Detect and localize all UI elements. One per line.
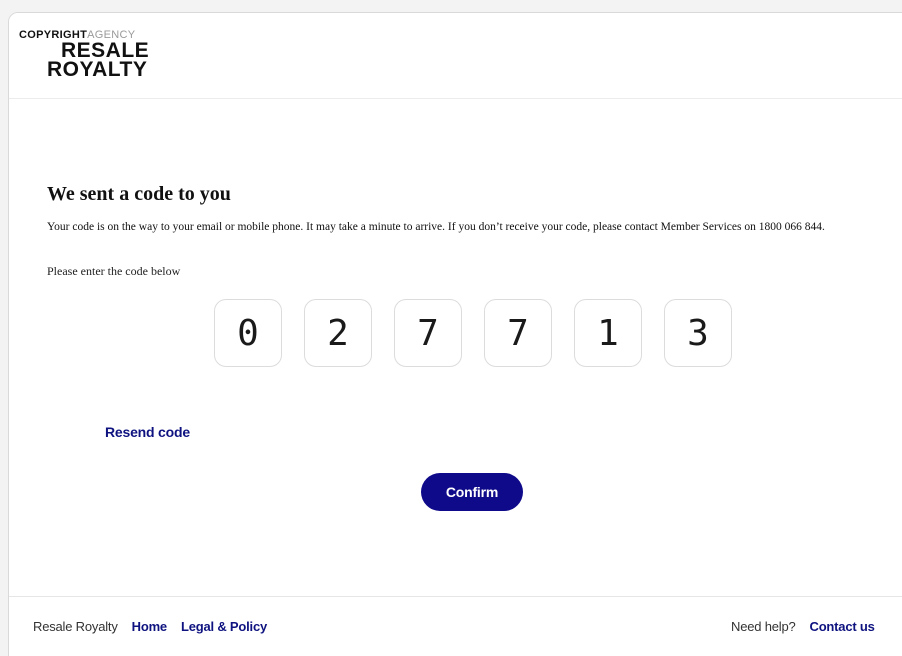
resale-royalty-logo[interactable]: COPYRIGHTAGENCY RESALE ROYALTY	[19, 29, 169, 89]
resend-code-link[interactable]: Resend code	[105, 424, 190, 440]
code-digit-input-2[interactable]: 2	[304, 299, 372, 367]
code-sent-description: Your code is on the way to your email or…	[47, 221, 825, 233]
footer-home-link[interactable]: Home	[132, 619, 168, 634]
code-digit-input-3[interactable]: 7	[394, 299, 462, 367]
footer-left: Resale Royalty Home Legal & Policy	[33, 619, 267, 634]
confirm-button[interactable]: Confirm	[421, 473, 523, 511]
code-digit-input-4[interactable]: 7	[484, 299, 552, 367]
footer-legal-link[interactable]: Legal & Policy	[181, 619, 267, 634]
need-help-text: Need help?	[731, 619, 796, 634]
header: COPYRIGHTAGENCY RESALE ROYALTY	[9, 13, 902, 99]
footer-right: Need help? Contact us	[731, 619, 875, 634]
code-input-group: 0 2 7 7 1 3	[214, 299, 732, 367]
code-digit-input-6[interactable]: 3	[664, 299, 732, 367]
footer: Resale Royalty Home Legal & Policy Need …	[9, 596, 902, 656]
footer-brand: Resale Royalty	[33, 619, 118, 634]
code-digit-input-1[interactable]: 0	[214, 299, 282, 367]
page-title: We sent a code to you	[47, 183, 231, 205]
code-digit-input-5[interactable]: 1	[574, 299, 642, 367]
contact-us-link[interactable]: Contact us	[810, 619, 875, 634]
code-entry-prompt: Please enter the code below	[47, 264, 181, 278]
logo-royalty: ROYALTY	[47, 58, 148, 81]
page-frame: COPYRIGHTAGENCY RESALE ROYALTY We sent a…	[8, 12, 902, 656]
